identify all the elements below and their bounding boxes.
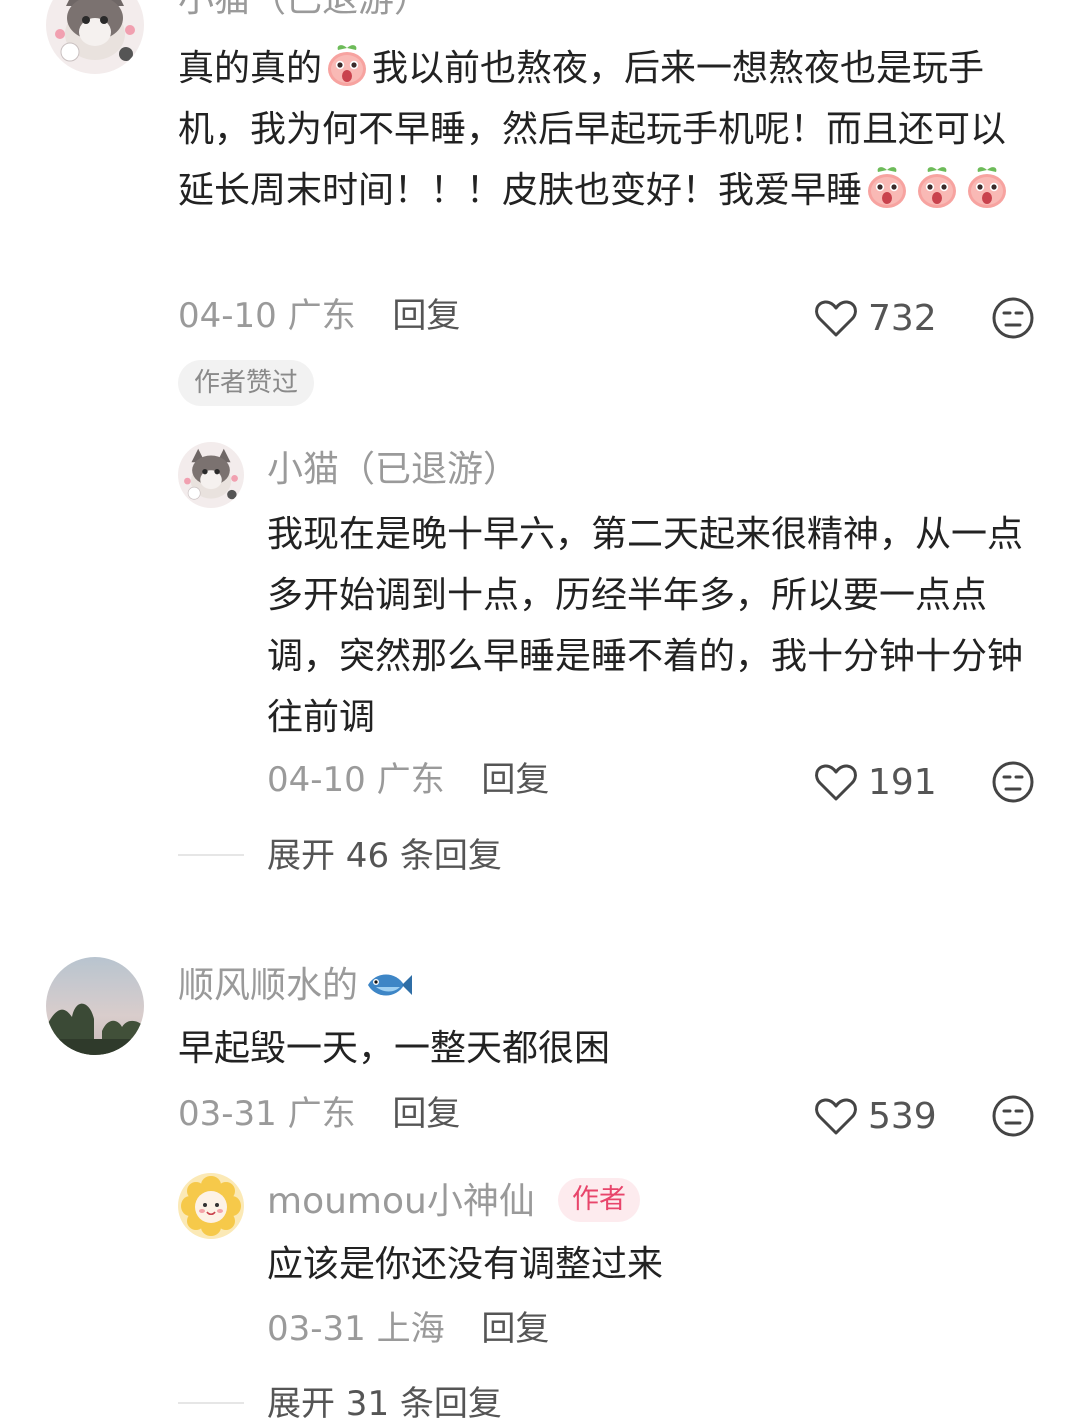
- like-count: 732: [868, 297, 937, 339]
- expand-replies-button[interactable]: 展开 31 条回复: [267, 1384, 502, 1424]
- peach-emoji-icon: [324, 42, 370, 88]
- like-button[interactable]: 539: [814, 1094, 937, 1138]
- divider: [178, 1402, 244, 1404]
- heart-icon: [814, 1096, 858, 1136]
- peach-emoji-icon: [864, 164, 910, 210]
- heart-icon: [814, 762, 858, 802]
- reply-location: 广东: [376, 760, 445, 800]
- reply-date: 04-10: [267, 760, 366, 800]
- reply-button[interactable]: 回复: [481, 1309, 549, 1349]
- username[interactable]: 小猫（已退游）: [178, 0, 430, 22]
- like-button[interactable]: 732: [814, 296, 937, 340]
- comment-location: 广东: [287, 1094, 356, 1134]
- expand-replies-button[interactable]: 展开 46 条回复: [267, 836, 502, 876]
- reply-button[interactable]: 回复: [392, 1094, 460, 1134]
- reply-text: 应该是你还没有调整过来: [267, 1244, 664, 1285]
- reply-text: 我现在是晚十早六，第二天起来很精神，从一点多开始调到十点，历经半年多，所以要一点…: [267, 514, 1024, 738]
- like-count: 539: [868, 1095, 937, 1137]
- comment-text: 早起毁一天，一整天都很困: [178, 1028, 611, 1069]
- dislike-icon[interactable]: [991, 760, 1035, 804]
- comment-meta: 04-10 广东 回复: [178, 296, 460, 336]
- dislike-icon[interactable]: [991, 1094, 1035, 1138]
- comment-date: 04-10: [178, 296, 277, 336]
- reply-meta: 03-31 上海 回复: [267, 1309, 549, 1349]
- peach-emoji-icon: [914, 164, 960, 210]
- avatar[interactable]: [178, 442, 244, 508]
- peach-emoji-icon: [964, 164, 1010, 210]
- dislike-icon[interactable]: [991, 296, 1035, 340]
- reply-button[interactable]: 回复: [481, 760, 549, 800]
- reply-meta: 04-10 广东 回复: [267, 760, 549, 800]
- heart-icon: [814, 298, 858, 338]
- avatar[interactable]: [46, 957, 144, 1055]
- fish-icon: [368, 974, 413, 996]
- author-liked-badge: 作者赞过: [178, 360, 315, 406]
- comment-text: 真的真的 我以前也熬夜，后来一想熬夜也是玩手机，我为何不早睡，然后早起玩手机呢！而…: [178, 38, 1040, 221]
- comment-meta: 03-31 广东 回复: [178, 1094, 460, 1134]
- reply-date: 03-31: [267, 1309, 366, 1349]
- avatar[interactable]: [178, 1173, 244, 1239]
- divider: [178, 854, 244, 856]
- reply-location: 上海: [376, 1309, 445, 1349]
- avatar[interactable]: [46, 0, 144, 74]
- username[interactable]: 小猫（已退游）: [267, 448, 519, 492]
- like-count: 191: [868, 761, 937, 803]
- like-button[interactable]: 191: [814, 760, 937, 804]
- username[interactable]: 顺风顺水的: [178, 964, 413, 1008]
- reply-button[interactable]: 回复: [392, 296, 460, 336]
- username[interactable]: moumou小神仙: [267, 1180, 535, 1224]
- comment-date: 03-31: [178, 1094, 277, 1134]
- author-tag: 作者: [558, 1178, 640, 1222]
- comment-location: 广东: [287, 296, 356, 336]
